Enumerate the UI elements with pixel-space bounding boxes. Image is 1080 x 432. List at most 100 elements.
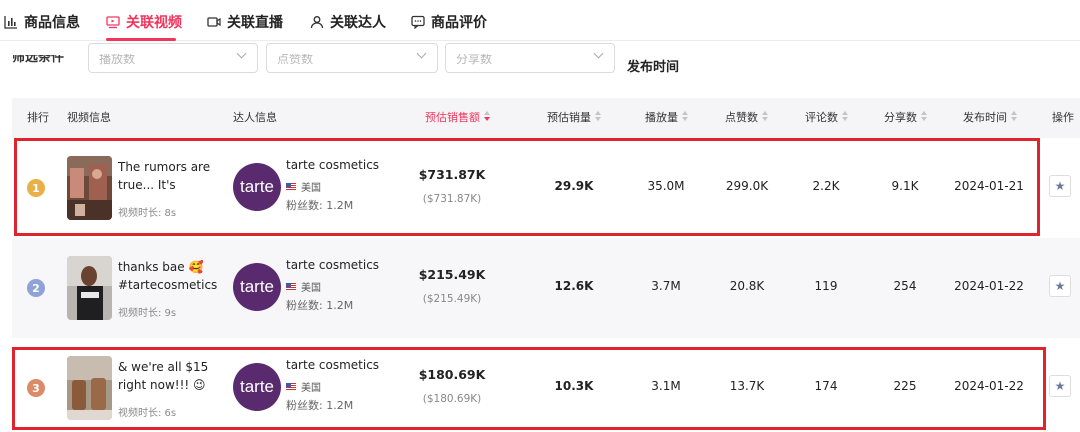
est-gmv: $215.49K [418,267,486,282]
country-label: 美国 [301,383,321,394]
sort-icon [1011,111,1018,122]
header-rank: 排行 [27,111,49,124]
header-est-gmv[interactable]: 预估销售额 [425,98,491,138]
us-flag-icon [286,283,296,290]
live-icon [207,15,221,29]
tab-related-videos[interactable]: 关联视频 [106,10,182,34]
comments: 174 [814,379,838,393]
bar-chart-icon [4,15,18,29]
tab-product-reviews[interactable]: 商品评价 [411,10,487,34]
comment-icon [411,15,425,30]
star-icon: ★ [1054,279,1066,293]
country-label: 美国 [301,183,321,194]
header-label: 预估销量 [547,111,591,124]
header-publish-time[interactable]: 发布时间 [963,98,1018,138]
video-thumbnail[interactable] [67,256,112,320]
sort-icon [595,111,602,122]
video-thumbnail[interactable] [67,156,112,220]
favorite-button[interactable]: ★ [1049,375,1071,397]
video-icon [106,15,120,29]
publish-time-filter-label: 发布时间 [627,60,680,75]
us-flag-icon [286,383,296,390]
influencer-avatar[interactable]: tarte [233,363,281,411]
likes: 299.0K [725,179,769,193]
influencer-country: 美国 [286,279,321,294]
likes: 20.8K [729,279,765,293]
publish-time: 2024-01-22 [954,279,1024,293]
header-label: 点赞数 [725,111,758,124]
video-title[interactable]: & we're all $15 right now!!! 😉 Shop b... [118,358,224,394]
sort-desc-icon [484,111,491,122]
influencer-fans: 粉丝数: 1.2M [286,399,354,412]
select-likes[interactable]: 点赞数 [266,43,438,73]
table-row[interactable]: 3 & we're all $15 right now!!! 😉 Shop b.… [12,338,1080,432]
header-comments[interactable]: 评论数 [805,98,849,138]
est-gmv-sub: ($215.49K) [422,293,482,305]
select-plays[interactable]: 播放数 [88,43,258,73]
select-shares[interactable]: 分享数 [445,43,615,73]
tab-label: 关联达人 [330,15,386,31]
header-plays[interactable]: 播放量 [645,98,689,138]
chevron-down-icon [236,48,247,59]
influencer-avatar[interactable]: tarte [233,263,281,311]
publish-time: 2024-01-22 [954,379,1024,393]
sort-icon [682,111,689,122]
header-label: 播放量 [645,111,678,124]
influencer-name[interactable]: tarte cosmetics [286,158,379,172]
rank-badge-bronze: 3 [27,379,45,397]
tab-label: 商品评价 [431,15,487,31]
active-tab-indicator [106,38,176,41]
header-label: 分享数 [884,111,917,124]
influencer-country: 美国 [286,379,321,394]
favorite-button[interactable]: ★ [1049,275,1071,297]
tab-bar: 商品信息 关联视频 关联直播 关联达人 商品评价 [0,0,1080,41]
tab-related-influencers[interactable]: 关联达人 [310,10,386,34]
video-title[interactable]: The rumors are true... It's Internationa… [118,158,224,194]
us-flag-icon [286,183,296,190]
est-gmv: $180.69K [418,367,486,382]
header-shares[interactable]: 分享数 [884,98,928,138]
country-label: 美国 [301,283,321,294]
header-action: 操作 [1052,111,1074,124]
influencer-fans: 粉丝数: 1.2M [286,199,354,212]
video-thumbnail[interactable] [67,356,112,420]
influencer-name[interactable]: tarte cosmetics [286,358,379,372]
est-gmv: $731.87K [418,167,486,182]
tab-label: 关联直播 [227,15,283,31]
tab-label: 商品信息 [24,15,80,31]
tab-related-live[interactable]: 关联直播 [207,10,283,34]
video-duration: 视频时长: 8s [118,208,177,219]
tab-label: 关联视频 [126,15,182,31]
select-placeholder: 分享数 [456,52,493,66]
video-duration: 视频时长: 6s [118,408,177,419]
influencer-fans: 粉丝数: 1.2M [286,299,354,312]
rank-badge-silver: 2 [27,279,45,297]
person-icon [310,15,324,29]
comments: 119 [814,279,838,293]
influencer-name[interactable]: tarte cosmetics [286,258,379,272]
star-icon: ★ [1054,379,1066,393]
est-sales: 29.9K [554,179,594,193]
est-gmv-sub: ($731.87K) [422,193,482,205]
influencer-avatar[interactable]: tarte [233,163,281,211]
shares: 254 [893,279,917,293]
likes: 13.7K [729,379,765,393]
sort-icon [762,111,769,122]
video-duration: 视频时长: 9s [118,308,177,319]
tab-product-info[interactable]: 商品信息 [4,10,80,34]
header-est-sales[interactable]: 预估销量 [547,98,602,138]
sort-icon [842,111,849,122]
select-placeholder: 播放数 [99,52,136,66]
video-title[interactable]: thanks bae 🥰 #tartecosmetics #shap... [118,258,224,294]
star-icon: ★ [1054,179,1066,193]
table-row[interactable]: 1 The rumors are true... It's Internatio… [12,138,1080,238]
header-label: 发布时间 [963,111,1007,124]
header-label: 评论数 [805,111,838,124]
plays: 35.0M [647,179,685,193]
publish-time: 2024-01-21 [954,179,1024,193]
filter-label: 筛选条件 [12,50,65,65]
header-likes[interactable]: 点赞数 [725,98,769,138]
favorite-button[interactable]: ★ [1049,175,1071,197]
comments: 2.2K [812,179,840,193]
table-row[interactable]: 2 thanks bae 🥰 #tartecosmetics #shap... … [12,238,1080,338]
